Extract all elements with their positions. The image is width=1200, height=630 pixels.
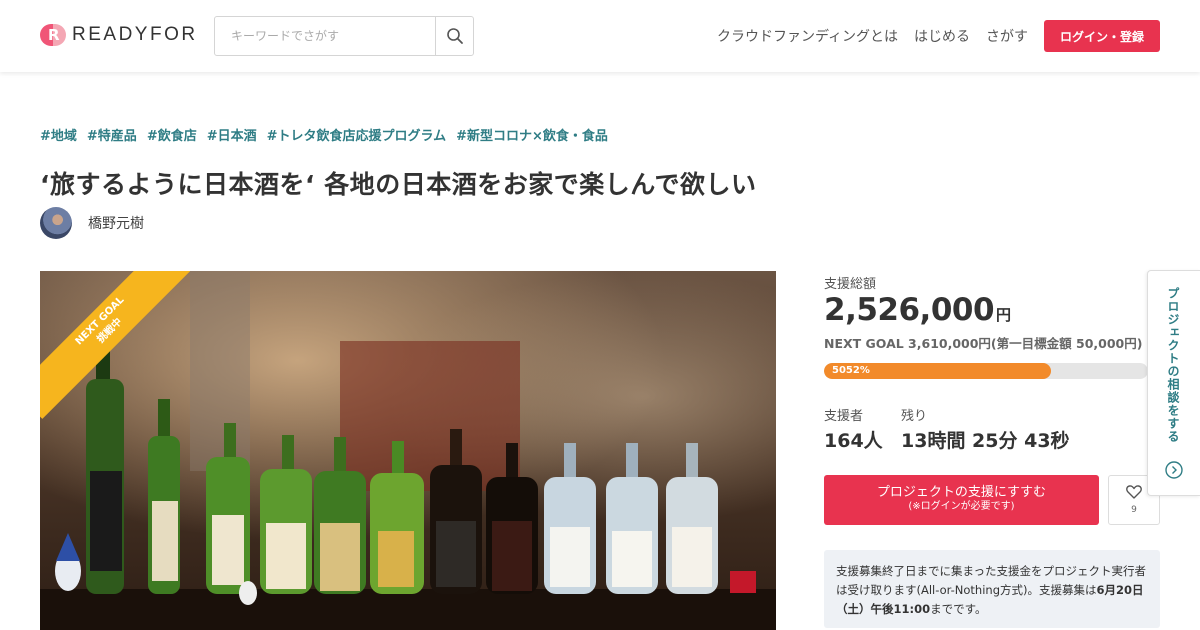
tag-link[interactable]: #トレタ飲食店応援プログラム — [267, 125, 447, 144]
notice-text-after: までです。 — [930, 602, 987, 616]
total-amount-value: 2,526,000 — [824, 292, 995, 328]
consult-side-tab[interactable]: プロジェクトの相談をする — [1147, 270, 1200, 496]
support-button-label: プロジェクトの支援にすすむ — [876, 485, 1047, 500]
search-box — [214, 16, 474, 56]
support-project-button[interactable]: プロジェクトの支援にすすむ (※ログインが必要です) — [824, 475, 1099, 525]
avatar[interactable] — [40, 207, 72, 239]
supporters-value: 164人 — [824, 430, 883, 452]
chevron-right-circle-icon — [1165, 461, 1183, 479]
nav-about[interactable]: クラウドファンディングとは — [717, 26, 898, 46]
nav-explore[interactable]: さがす — [986, 26, 1028, 46]
search-input[interactable] — [215, 17, 435, 55]
total-amount-unit: 円 — [996, 306, 1011, 324]
total-label: 支援総額 — [824, 277, 877, 292]
tag-link[interactable]: #新型コロナ×飲食・食品 — [456, 125, 608, 144]
progress-percent: 5052% — [832, 365, 870, 376]
tag-list: #地域 #特産品 #飲食店 #日本酒 #トレタ飲食店応援プログラム #新型コロナ… — [40, 125, 608, 144]
logo-text: READYFOR — [72, 24, 198, 45]
logo-mark-icon: R — [40, 24, 66, 46]
owner-name[interactable]: 橋野元樹 — [88, 213, 144, 233]
favorite-count: 9 — [1131, 505, 1137, 515]
next-goal-text: NEXT GOAL 3,610,000円(第一目標金額 50,000円) — [824, 336, 1143, 351]
readyfor-logo[interactable]: R READYFOR — [40, 24, 198, 46]
remaining-value: 13時間 25分 43秒 — [901, 430, 1070, 452]
tag-link[interactable]: #特産品 — [87, 125, 137, 144]
funding-notice: 支援募集終了日までに集まった支援金をプロジェクト実行者は受け取ります(All-o… — [824, 550, 1160, 628]
project-main-image[interactable]: NEXT GOAL 挑戦中 — [40, 271, 776, 630]
site-header: R READYFOR クラウドファンディングとは はじめる さがす ログイン・登… — [0, 0, 1200, 72]
login-button[interactable]: ログイン・登録 — [1044, 20, 1160, 52]
progress-bar: 5052% — [824, 363, 1148, 379]
project-owner[interactable]: 橋野元樹 — [40, 207, 144, 239]
remaining-label: 残り — [901, 409, 928, 424]
tag-link[interactable]: #地域 — [40, 125, 77, 144]
nav-start[interactable]: はじめる — [914, 26, 970, 46]
search-icon — [446, 28, 463, 44]
support-button-sub: (※ログインが必要です) — [908, 501, 1015, 512]
search-button[interactable] — [435, 17, 473, 55]
heart-icon — [1126, 485, 1142, 499]
tag-link[interactable]: #飲食店 — [147, 125, 197, 144]
tag-link[interactable]: #日本酒 — [207, 125, 257, 144]
consult-tab-label: プロジェクトの相談をする — [1166, 287, 1180, 443]
total-amount: 2,526,000 円 — [824, 292, 1011, 328]
supporters-label: 支援者 — [824, 409, 864, 424]
next-goal-ribbon: NEXT GOAL 挑戦中 — [40, 271, 190, 421]
project-title: ‘旅するように日本酒を‘ 各地の日本酒をお家で楽しんで欲しい — [40, 170, 757, 199]
